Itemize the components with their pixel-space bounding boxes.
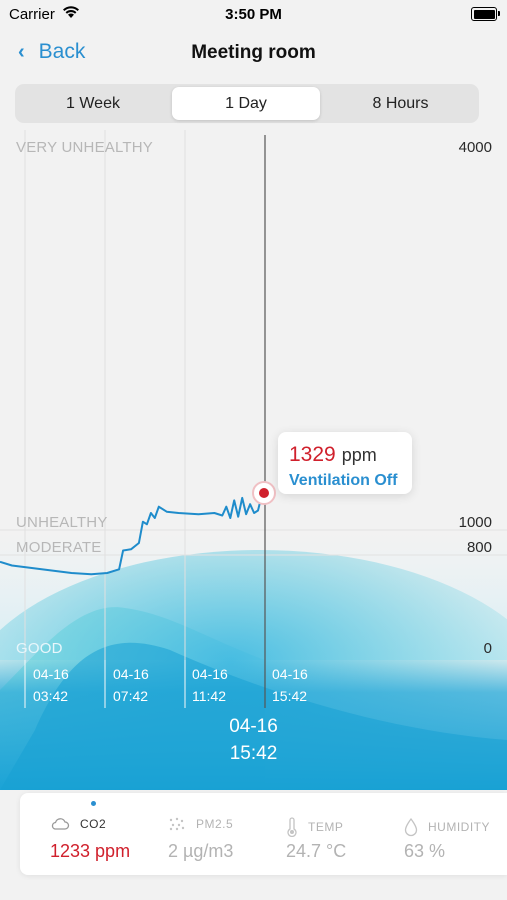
battery-icon (471, 7, 500, 21)
x-tick-time: 15:42 (272, 688, 308, 704)
tab-1-day[interactable]: 1 Day (172, 87, 320, 120)
metric-value: 24.7 °C (286, 841, 347, 861)
level-good: GOOD (16, 640, 63, 657)
metric-label: TEMP (308, 820, 344, 834)
metric-label: PM2.5 (196, 817, 234, 831)
selected-date: 04-16 (229, 716, 278, 737)
x-tick-date: 04-16 (113, 666, 149, 682)
time-range-selector: 1 Week 1 Day 8 Hours (15, 84, 479, 123)
x-tick-date: 04-16 (33, 666, 69, 682)
level-very-unhealthy: VERY UNHEALTHY (16, 139, 154, 156)
metric-temp[interactable]: TEMP 24.7 °C (286, 793, 396, 875)
x-tick: 04-16 11:42 (192, 663, 228, 707)
metric-humidity[interactable]: HUMIDITY 63 % (404, 793, 504, 875)
value-tooltip: 1329 ppm Ventilation Off (278, 432, 412, 494)
level-unhealthy: UNHEALTHY (16, 514, 108, 531)
level-moderate: MODERATE (16, 539, 102, 556)
tooltip-unit: ppm (341, 445, 377, 465)
tab-1-week[interactable]: 1 Week (19, 87, 167, 120)
page-title: Meeting room (191, 42, 316, 63)
metric-value: 63 % (404, 841, 446, 861)
metrics-card: CO2 1233 ppm PM2.5 2 µg/m3 TEMP 24.7 °C … (20, 793, 507, 875)
status-bar: Carrier 3:50 PM (0, 0, 507, 28)
navigation-bar: ‹ Back Meeting room (0, 30, 507, 76)
droplet-icon (404, 817, 418, 837)
y-tick-4000: 4000 (458, 139, 492, 156)
metric-label: CO2 (80, 817, 107, 831)
tooltip-status: Ventilation Off (289, 472, 398, 489)
x-tick-time: 11:42 (192, 688, 226, 704)
tooltip-value: 1329 (289, 443, 336, 466)
x-tick: 04-16 15:42 (272, 663, 308, 707)
x-tick-time: 07:42 (113, 688, 149, 704)
x-tick-date: 04-16 (192, 666, 228, 682)
selected-time: 15:42 (229, 743, 278, 764)
tab-8-hours[interactable]: 8 Hours (326, 87, 475, 120)
metric-label: HUMIDITY (428, 820, 490, 834)
metric-value: 2 µg/m3 (168, 841, 234, 861)
metric-co2[interactable]: CO2 1233 ppm (50, 793, 160, 875)
clock: 3:50 PM (225, 6, 282, 23)
cloud-icon (51, 818, 70, 830)
thermometer-icon (287, 817, 297, 837)
y-tick-0: 0 (483, 640, 492, 657)
selected-point[interactable] (252, 481, 276, 505)
x-tick-date: 04-16 (272, 666, 308, 682)
particles-icon (169, 817, 185, 831)
x-tick-time: 03:42 (33, 688, 69, 704)
y-tick-800: 800 (466, 539, 492, 556)
x-tick: 04-16 07:42 (113, 663, 149, 707)
metric-value: 1233 ppm (50, 841, 131, 861)
co2-chart[interactable]: VERY UNHEALTHY UNHEALTHY MODERATE GOOD 4… (0, 130, 507, 790)
metric-pm25[interactable]: PM2.5 2 µg/m3 (168, 793, 278, 875)
x-tick: 04-16 03:42 (33, 663, 69, 707)
y-tick-1000: 1000 (458, 514, 492, 531)
